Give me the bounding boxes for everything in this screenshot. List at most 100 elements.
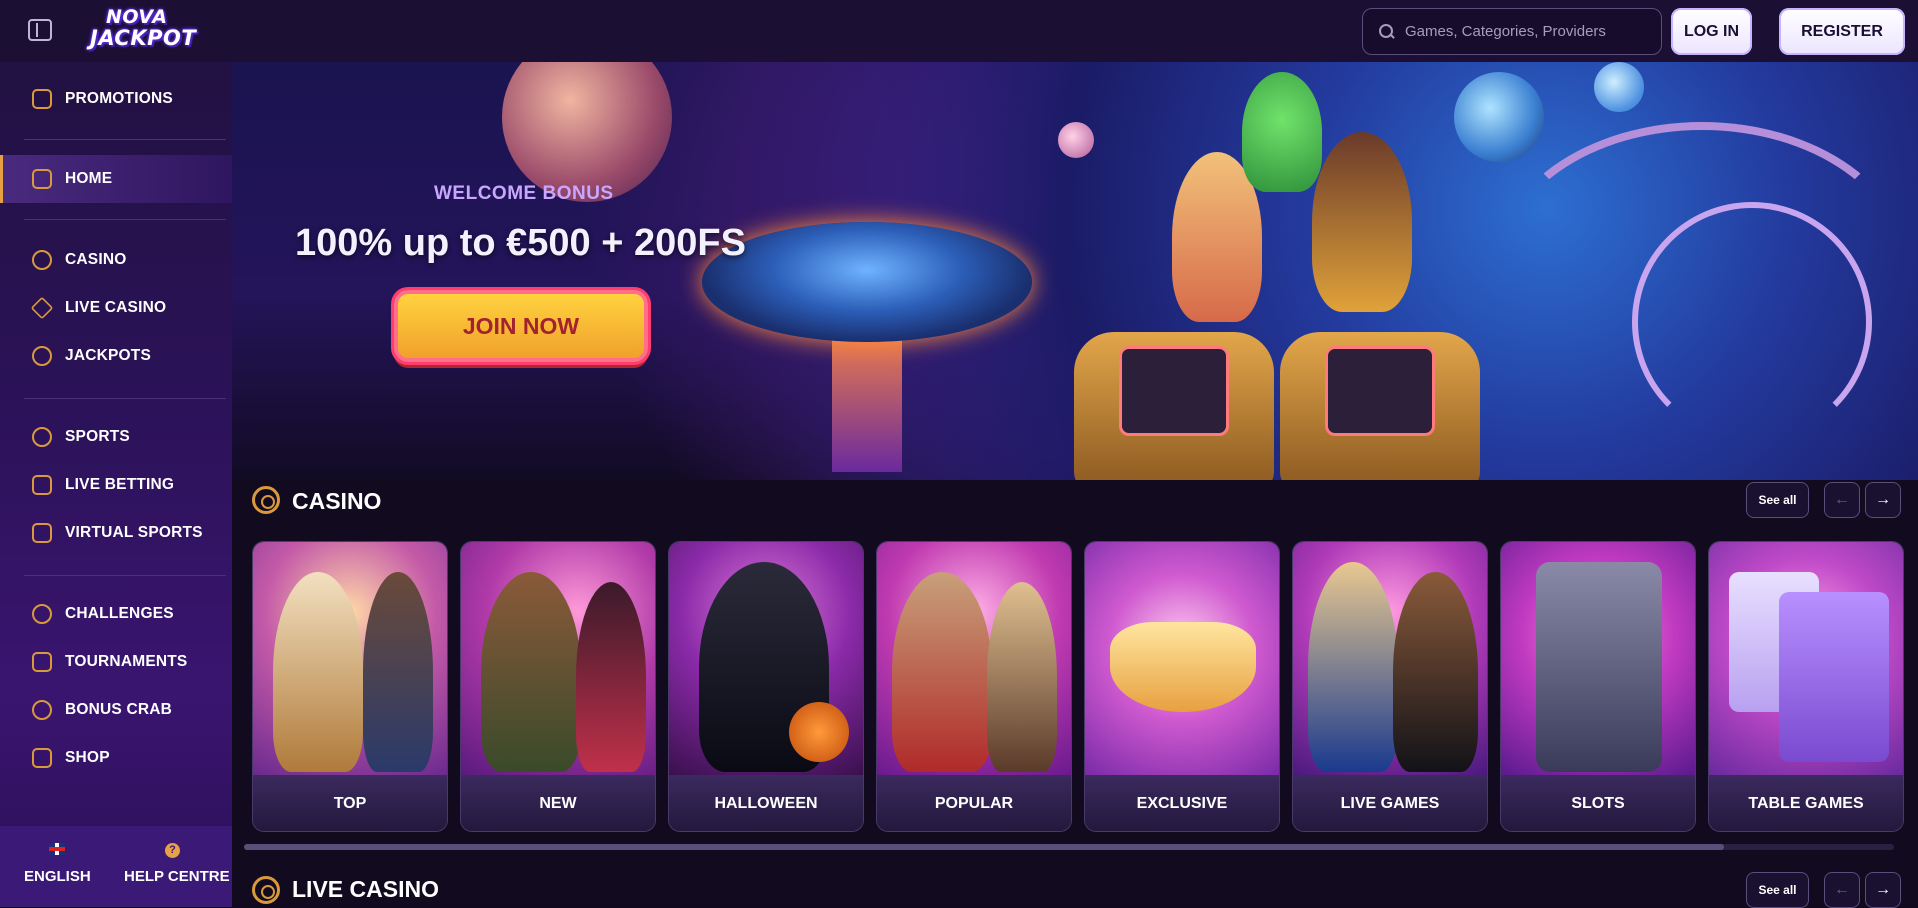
sidebar-item-label: LIVE CASINO [65, 299, 167, 316]
logo[interactable]: NOVA JACKPOT [90, 6, 218, 52]
card-art [461, 542, 655, 775]
spade-icon [30, 296, 54, 320]
see-all-casino-button[interactable]: See all [1746, 482, 1809, 518]
sidebar-item-tournaments[interactable]: TOURNAMENTS [0, 642, 232, 682]
card-label: TOP [253, 775, 447, 831]
category-card-live-games[interactable]: LIVE GAMES [1292, 541, 1488, 832]
sidebar-item-label: HOME [65, 170, 113, 187]
bumper-car-illustration [1280, 332, 1480, 480]
card-label: HALLOWEEN [669, 775, 863, 831]
section-title-live-casino: LIVE CASINO [292, 876, 439, 902]
category-card-halloween[interactable]: HALLOWEEN [668, 541, 864, 832]
card-art [669, 542, 863, 775]
card-label: POPULAR [877, 775, 1071, 831]
hero-subtitle: WELCOME BONUS [434, 183, 614, 204]
search-box[interactable] [1362, 8, 1662, 55]
play-icon [32, 475, 52, 495]
scroll-left-arrow-icon[interactable]: ← [1824, 482, 1860, 518]
sidebar-item-label: BONUS CRAB [65, 701, 173, 718]
see-all-live-casino-button[interactable]: See all [1746, 872, 1809, 908]
sidebar-item-sports[interactable]: SPORTS [0, 417, 232, 457]
sidebar-item-virtual-sports[interactable]: VIRTUAL SPORTS [0, 513, 232, 553]
sidebar-item-label: LIVE BETTING [65, 476, 175, 493]
sidebar-divider [24, 139, 226, 140]
uk-flag-icon [49, 843, 65, 855]
card-label: EXCLUSIVE [1085, 775, 1279, 831]
seven-icon [32, 346, 52, 366]
gamepad-icon [32, 523, 52, 543]
register-button[interactable]: REGISTER [1779, 8, 1905, 55]
shop-icon [32, 748, 52, 768]
sidebar-item-casino[interactable]: CASINO [0, 240, 232, 280]
character-illustration [1312, 132, 1412, 312]
sidebar-item-label: JACKPOTS [65, 347, 152, 364]
sidebar-toggle-icon[interactable] [28, 19, 52, 41]
search-input[interactable] [1405, 23, 1645, 40]
card-label: NEW [461, 775, 655, 831]
sidebar-item-live-casino[interactable]: LIVE CASINO [0, 288, 232, 328]
sidebar-item-jackpots[interactable]: JACKPOTS [0, 336, 232, 376]
live-casino-spade-icon [252, 876, 280, 904]
casino-chip-icon [252, 486, 280, 514]
card-art [1085, 542, 1279, 775]
logo-line1: NOVA [106, 6, 168, 28]
casino-scrollbar-thumb[interactable] [244, 844, 1724, 850]
planet-illustration [1058, 122, 1094, 158]
planet-illustration [502, 62, 672, 202]
sidebar-item-home[interactable]: HOME [0, 155, 232, 203]
sidebar-divider [24, 575, 226, 576]
bumper-car-illustration [1074, 332, 1274, 480]
category-card-popular[interactable]: POPULAR [876, 541, 1072, 832]
sidebar-item-label: CASINO [65, 251, 127, 268]
ufo-illustration [702, 222, 1032, 342]
category-card-table-games[interactable]: TABLE GAMES [1708, 541, 1904, 832]
sidebar-item-shop[interactable]: SHOP [0, 738, 232, 778]
help-centre-link[interactable]: HELP CENTRE [124, 868, 230, 885]
login-button[interactable]: LOG IN [1671, 8, 1752, 55]
hero-banner[interactable] [232, 62, 1918, 480]
category-card-new[interactable]: NEW [460, 541, 656, 832]
category-card-top[interactable]: TOP [252, 541, 448, 832]
planet-illustration [1594, 62, 1644, 112]
sidebar-item-label: SPORTS [65, 428, 130, 445]
sidebar-item-label: TOURNAMENTS [65, 653, 188, 670]
sidebar-item-challenges[interactable]: CHALLENGES [0, 594, 232, 634]
sidebar-item-label: PROMOTIONS [65, 90, 173, 107]
card-art [1293, 542, 1487, 775]
category-card-exclusive[interactable]: EXCLUSIVE [1084, 541, 1280, 832]
card-label: LIVE GAMES [1293, 775, 1487, 831]
sidebar-item-label: VIRTUAL SPORTS [65, 524, 203, 541]
scroll-left-arrow-icon[interactable]: ← [1824, 872, 1860, 908]
card-label: TABLE GAMES [1709, 775, 1903, 831]
home-icon [32, 169, 52, 189]
card-art [1709, 542, 1903, 775]
card-art [877, 542, 1071, 775]
crab-icon [32, 700, 52, 720]
category-card-slots[interactable]: SLOTS [1500, 541, 1696, 832]
sidebar-item-promotions[interactable]: PROMOTIONS [0, 79, 232, 119]
sidebar-item-live-betting[interactable]: LIVE BETTING [0, 465, 232, 505]
scroll-right-arrow-icon[interactable]: → [1865, 872, 1901, 908]
scroll-right-arrow-icon[interactable]: → [1865, 482, 1901, 518]
alien-illustration [1242, 72, 1322, 192]
rollercoaster-loop-illustration [1632, 202, 1872, 442]
search-icon [1379, 23, 1395, 40]
medal-icon [32, 604, 52, 624]
sidebar-item-label: SHOP [65, 749, 110, 766]
hero-title: 100% up to €500 + 200FS [295, 222, 746, 264]
top-bar: NOVA JACKPOT LOG IN REGISTER [0, 0, 1918, 62]
sidebar-footer [0, 826, 232, 907]
sidebar-divider [24, 398, 226, 399]
chip-icon [32, 250, 52, 270]
card-label: SLOTS [1501, 775, 1695, 831]
help-icon: ? [165, 843, 180, 858]
sidebar-item-label: CHALLENGES [65, 605, 174, 622]
language-selector[interactable]: ENGLISH [24, 868, 91, 885]
football-icon [32, 427, 52, 447]
gift-icon [32, 89, 52, 109]
sidebar-divider [24, 219, 226, 220]
sidebar-item-bonus-crab[interactable]: BONUS CRAB [0, 690, 232, 730]
join-now-button[interactable]: JOIN NOW [394, 290, 648, 362]
logo-line2: JACKPOT [90, 26, 197, 50]
card-art [1501, 542, 1695, 775]
